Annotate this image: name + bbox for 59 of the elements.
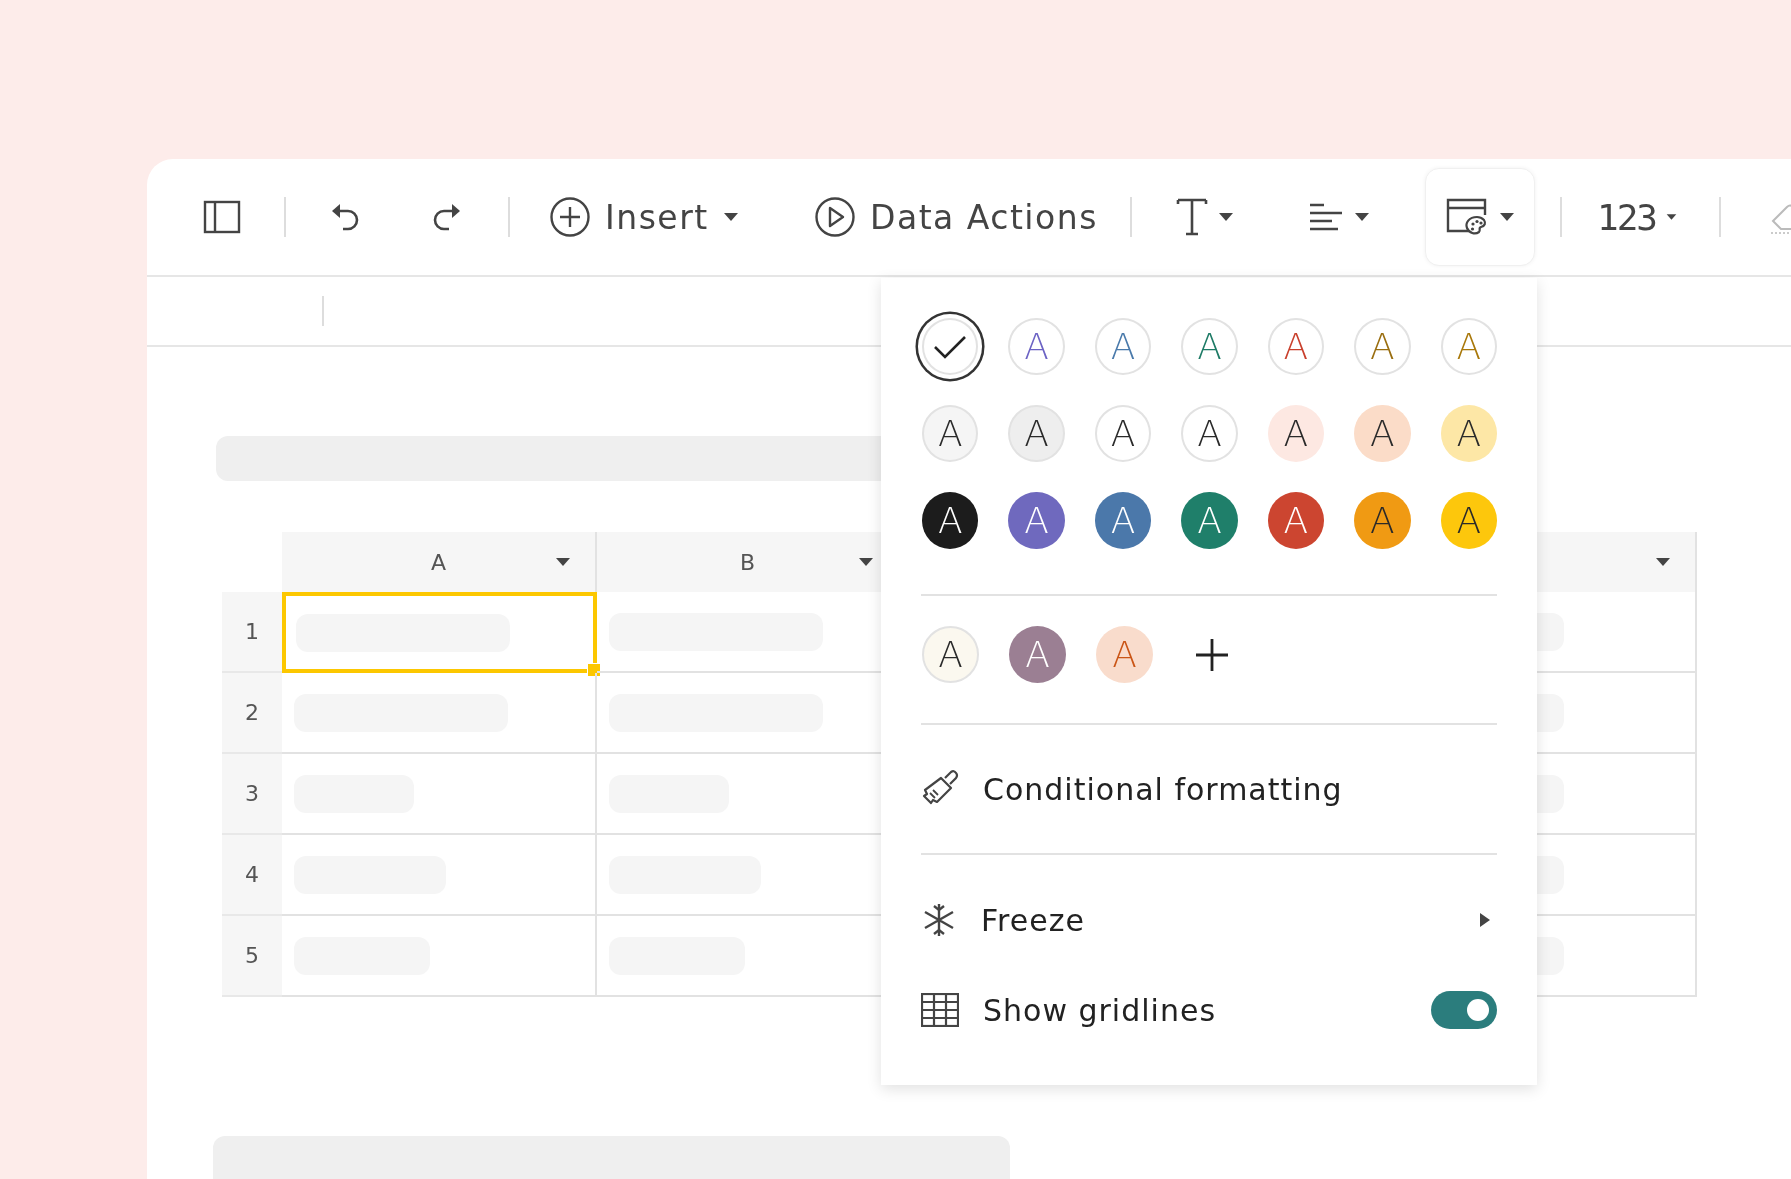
palette-window-icon <box>1445 197 1489 237</box>
color-swatch[interactable]: A <box>1267 318 1325 375</box>
number-format-button[interactable]: 123 <box>1589 188 1685 246</box>
table-cell[interactable] <box>282 673 597 754</box>
caret-icon[interactable] <box>555 557 571 567</box>
align-left-icon <box>1308 202 1344 232</box>
conditional-formatting-item[interactable]: Conditional formatting <box>921 725 1497 853</box>
color-swatch[interactable]: A <box>922 405 979 462</box>
color-swatch[interactable]: A <box>1354 318 1411 375</box>
table-cell[interactable] <box>282 835 597 916</box>
color-swatch[interactable]: A <box>1008 405 1065 462</box>
caret-icon <box>1666 212 1677 222</box>
grid-icon <box>921 993 959 1027</box>
table-cell[interactable] <box>282 754 597 835</box>
caret-icon <box>1218 212 1234 222</box>
color-swatch[interactable]: A <box>1440 492 1497 549</box>
color-swatch[interactable]: A <box>1440 405 1497 462</box>
caret-icon <box>722 212 739 222</box>
color-swatch[interactable]: A <box>1094 492 1152 549</box>
color-swatch[interactable]: A <box>1008 492 1065 549</box>
color-swatch[interactable]: A <box>1008 318 1065 375</box>
row-number: 4 <box>222 835 282 916</box>
freeze-item[interactable]: Freeze <box>921 855 1497 965</box>
color-swatch[interactable]: A <box>1181 492 1238 549</box>
submenu-arrow-icon <box>1479 912 1491 928</box>
data-actions-button[interactable]: Data Actions <box>806 188 1106 246</box>
column-label: B <box>739 549 756 575</box>
caret-icon <box>1354 212 1370 222</box>
caret-icon <box>1499 212 1515 222</box>
column-header[interactable]: A <box>282 532 597 592</box>
color-swatch[interactable]: A <box>1354 405 1411 462</box>
toggle-switch[interactable] <box>1431 991 1497 1029</box>
table-cell[interactable] <box>282 916 597 997</box>
row-number: 5 <box>222 916 282 997</box>
color-swatch[interactable]: A <box>1440 318 1497 375</box>
caret-icon[interactable] <box>1655 557 1671 567</box>
text-icon <box>1176 198 1208 236</box>
color-swatch[interactable]: A <box>1267 405 1325 462</box>
row-number: 1 <box>222 592 282 673</box>
color-swatch[interactable]: A <box>1181 318 1238 375</box>
color-swatch[interactable]: A <box>922 626 979 683</box>
caret-icon[interactable] <box>858 557 874 567</box>
plus-icon <box>1194 637 1229 672</box>
column-label: A <box>430 549 447 575</box>
color-swatch[interactable]: A <box>1009 626 1066 683</box>
insert-button[interactable]: Insert <box>541 188 781 246</box>
color-swatch[interactable]: A <box>1354 492 1411 549</box>
color-swatch[interactable]: A <box>1094 405 1152 462</box>
fill-handle[interactable] <box>587 663 601 677</box>
plus-circle-icon <box>549 196 591 238</box>
format-button[interactable] <box>1425 168 1535 266</box>
color-swatch[interactable]: A <box>1094 318 1152 375</box>
row-number: 3 <box>222 754 282 835</box>
color-swatch[interactable]: A <box>922 492 979 549</box>
row-number: 2 <box>222 673 282 754</box>
color-swatch[interactable]: A <box>1181 405 1238 462</box>
color-swatch[interactable]: A <box>1267 492 1325 549</box>
show-gridlines-item[interactable]: Show gridlines <box>921 965 1507 1055</box>
play-circle-icon <box>814 196 856 238</box>
